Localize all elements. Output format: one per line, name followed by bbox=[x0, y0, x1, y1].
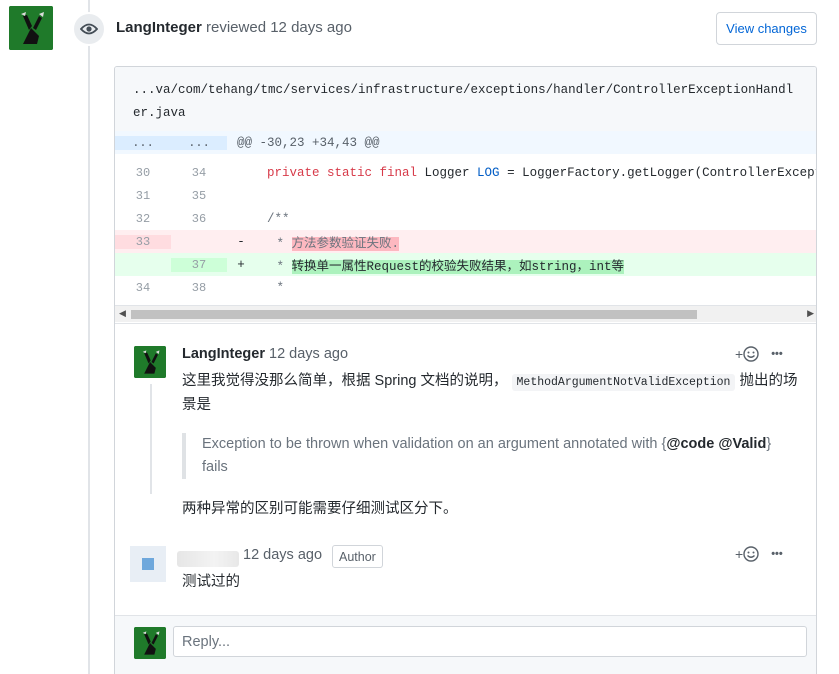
diff-row: 30 34 private static final Logger LOG = … bbox=[115, 161, 816, 184]
added-text: 转换单一属性Request的校验失败结果，如string，int等 bbox=[291, 260, 625, 274]
new-line-number[interactable]: 37 bbox=[171, 257, 227, 272]
blockquote: Exception to be thrown when validation o… bbox=[182, 433, 782, 479]
old-line-number[interactable]: 30 bbox=[115, 166, 171, 180]
code-line: private static final Logger LOG = Logger… bbox=[267, 165, 816, 180]
scrollbar-thumb[interactable] bbox=[131, 310, 697, 319]
more-options-button[interactable]: ••• bbox=[771, 348, 783, 360]
review-action: reviewed 12 days ago bbox=[206, 19, 352, 36]
comment-list: LangInteger 12 days ago + ••• 这里我觉得没那么简单… bbox=[115, 323, 816, 613]
scroll-left-icon[interactable]: ◀ bbox=[119, 308, 126, 319]
comment-closing: 两种异常的区别可能需要仔细测试区分下。 bbox=[182, 501, 458, 517]
diff-marker bbox=[227, 166, 255, 180]
comment-author-link[interactable]: LangInteger bbox=[182, 346, 265, 362]
file-path[interactable]: ...va/com/tehang/tmc/services/infrastruc… bbox=[115, 67, 816, 131]
avatar[interactable] bbox=[9, 6, 53, 50]
thread-line bbox=[150, 384, 152, 494]
diff-marker: + bbox=[237, 257, 245, 272]
diff-view: ... ... @@ -30,23 +34,43 @@ 30 34 privat… bbox=[115, 131, 816, 321]
reply-area bbox=[115, 615, 816, 674]
hunk-header-text: @@ -30,23 +34,43 @@ bbox=[237, 135, 380, 150]
comment-actions: + ••• bbox=[735, 546, 783, 562]
old-line-number[interactable]: 31 bbox=[115, 189, 171, 203]
avatar-graphic-icon bbox=[134, 346, 166, 378]
comment-body: 这里我觉得没那么简单，根据 Spring 文档的说明， MethodArgume… bbox=[182, 373, 798, 413]
diff-hunk-header: ... ... @@ -30,23 +34,43 @@ bbox=[115, 131, 816, 154]
new-line-number[interactable]: 36 bbox=[171, 212, 227, 226]
comment-author-redacted[interactable] bbox=[177, 551, 239, 567]
view-changes-button[interactable]: View changes bbox=[716, 12, 817, 45]
eye-icon bbox=[72, 12, 106, 46]
avatar[interactable] bbox=[134, 346, 166, 378]
diff-marker: - bbox=[237, 234, 245, 249]
new-line-number[interactable]: 35 bbox=[171, 189, 227, 203]
reply-input[interactable] bbox=[173, 626, 807, 657]
diff-marker bbox=[227, 281, 255, 295]
comment-header: LangInteger 12 days ago bbox=[182, 346, 348, 362]
diff-row: 34 38 * bbox=[115, 276, 816, 299]
diff-row-addition: 37 + * 转换单一属性Request的校验失败结果，如string，int等 bbox=[115, 253, 816, 276]
diff-row: 32 36 /** bbox=[115, 207, 816, 230]
new-line-number[interactable]: 38 bbox=[171, 281, 227, 295]
old-line-number[interactable]: 33 bbox=[115, 234, 171, 249]
new-line-number[interactable]: 34 bbox=[171, 166, 227, 180]
deleted-text: 方法参数验证失败. bbox=[291, 237, 400, 251]
more-options-button[interactable]: ••• bbox=[771, 548, 783, 560]
comment-actions: + ••• bbox=[735, 346, 783, 362]
code-line: /** bbox=[267, 211, 290, 226]
diff-marker bbox=[227, 212, 255, 226]
review-summary: LangInteger reviewed 12 days ago bbox=[116, 19, 352, 36]
comment-body: 测试过的 bbox=[182, 574, 240, 590]
code-line: * 转换单一属性Request的校验失败结果，如string，int等 bbox=[269, 260, 625, 274]
old-line-number[interactable]: 32 bbox=[115, 212, 171, 226]
avatar[interactable] bbox=[130, 546, 166, 582]
old-line-number[interactable]: 34 bbox=[115, 281, 171, 295]
add-reaction-button[interactable]: + bbox=[735, 346, 759, 362]
diff-row-deletion: 33 - * 方法参数验证失败. bbox=[115, 230, 816, 253]
horizontal-scrollbar[interactable]: ◀ ▶ bbox=[115, 305, 816, 322]
comment-time-link[interactable]: 12 days ago bbox=[243, 547, 322, 563]
author-badge: Author bbox=[332, 545, 383, 568]
smiley-icon bbox=[743, 546, 759, 562]
scroll-right-icon[interactable]: ▶ bbox=[807, 308, 814, 319]
expand-old-button[interactable]: ... bbox=[115, 135, 171, 150]
avatar[interactable] bbox=[134, 627, 166, 659]
avatar-graphic-icon bbox=[134, 627, 166, 659]
code-line: * bbox=[269, 280, 285, 295]
code-line: * 方法参数验证失败. bbox=[269, 237, 400, 251]
review-author-link[interactable]: LangInteger bbox=[116, 19, 202, 36]
diff-marker bbox=[227, 189, 255, 203]
inline-code: MethodArgumentNotValidException bbox=[511, 374, 736, 391]
timeline-line bbox=[88, 0, 90, 674]
avatar-graphic-icon bbox=[9, 6, 53, 50]
diff-row: 31 35 bbox=[115, 184, 816, 207]
review-thread: ...va/com/tehang/tmc/services/infrastruc… bbox=[114, 66, 817, 674]
expand-new-button[interactable]: ... bbox=[171, 135, 227, 150]
comment-time-link[interactable]: 12 days ago bbox=[269, 346, 348, 362]
add-reaction-button[interactable]: + bbox=[735, 546, 759, 562]
smiley-icon bbox=[743, 346, 759, 362]
